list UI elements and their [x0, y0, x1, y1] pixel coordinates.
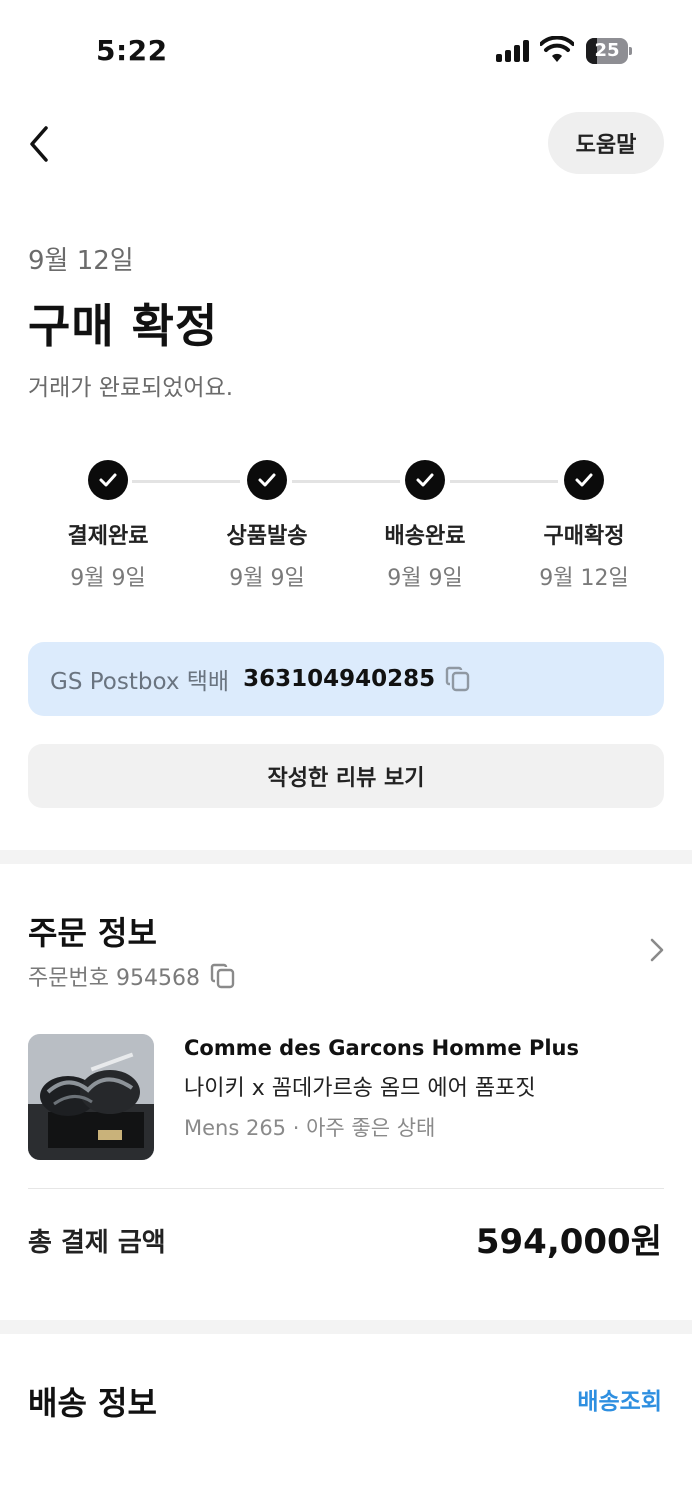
order-number-text: 주문번호 954568 [28, 966, 200, 991]
tracking-number: 363104940285 [243, 666, 436, 692]
page-title: 구매 확정 [28, 299, 219, 353]
product-thumbnail[interactable] [28, 1034, 154, 1160]
product-brand[interactable]: Comme des Garcons Homme Plus [184, 1036, 579, 1060]
shipping-info-title: 배송 정보 [28, 1384, 157, 1422]
carrier-name: GS Postbox 택배 [50, 669, 230, 695]
progress-step-shipped: 상품발송 9월 9일 [187, 460, 347, 592]
status-message: 거래가 완료되었어요. [28, 375, 234, 401]
check-icon [405, 460, 445, 500]
status-time: 5:22 [96, 34, 168, 67]
step-date: 9월 9일 [70, 566, 146, 591]
battery-level: 25 [594, 40, 620, 61]
wifi-icon [540, 36, 574, 62]
copy-icon[interactable] [210, 962, 236, 990]
completion-date: 9월 12일 [28, 246, 134, 276]
check-icon [88, 460, 128, 500]
copy-icon[interactable] [445, 665, 471, 693]
order-info-title: 주문 정보 [28, 914, 157, 952]
product-option: Mens 265 · 아주 좋은 상태 [184, 1116, 436, 1140]
tracking-info-box: GS Postbox 택배 363104940285 [28, 642, 664, 716]
step-date: 9월 9일 [229, 566, 305, 591]
step-label: 배송완료 [384, 524, 466, 549]
step-label: 상품발송 [226, 524, 308, 549]
section-divider [0, 850, 692, 864]
progress-step-delivered: 배송완료 9월 9일 [345, 460, 505, 592]
order-number[interactable]: 주문번호 954568 [28, 960, 236, 992]
step-date: 9월 12일 [539, 566, 629, 591]
total-payment-label: 총 결제 금액 [28, 1228, 166, 1258]
back-arrow-icon[interactable] [26, 124, 54, 164]
step-label: 구매확정 [543, 524, 625, 549]
view-review-button[interactable]: 작성한 리뷰 보기 [28, 744, 664, 808]
progress-step-confirmed: 구매확정 9월 12일 [504, 460, 664, 592]
check-icon [247, 460, 287, 500]
check-icon [564, 460, 604, 500]
help-button[interactable]: 도움말 [548, 112, 664, 174]
sneaker-image [28, 1034, 154, 1160]
total-payment-amount: 594,000원 [475, 1222, 662, 1262]
step-label: 결제완료 [67, 524, 149, 549]
cellular-signal-icon [496, 40, 530, 62]
progress-step-payment: 결제완료 9월 9일 [28, 460, 188, 592]
step-date: 9월 9일 [387, 566, 463, 591]
product-name[interactable]: 나이키 x 꼼데가르송 옴므 에어 폼포짓 [184, 1070, 536, 1102]
section-divider [0, 1320, 692, 1334]
track-shipment-link[interactable]: 배송조회 [577, 1382, 662, 1416]
battery-icon: 25 [586, 38, 632, 64]
divider [28, 1188, 664, 1189]
chevron-right-icon[interactable] [648, 936, 666, 964]
order-detail-screen: 5:22 25 도움말 9월 12일 구매 확정 거래가 완료되었어요. 결제완… [0, 0, 692, 1500]
